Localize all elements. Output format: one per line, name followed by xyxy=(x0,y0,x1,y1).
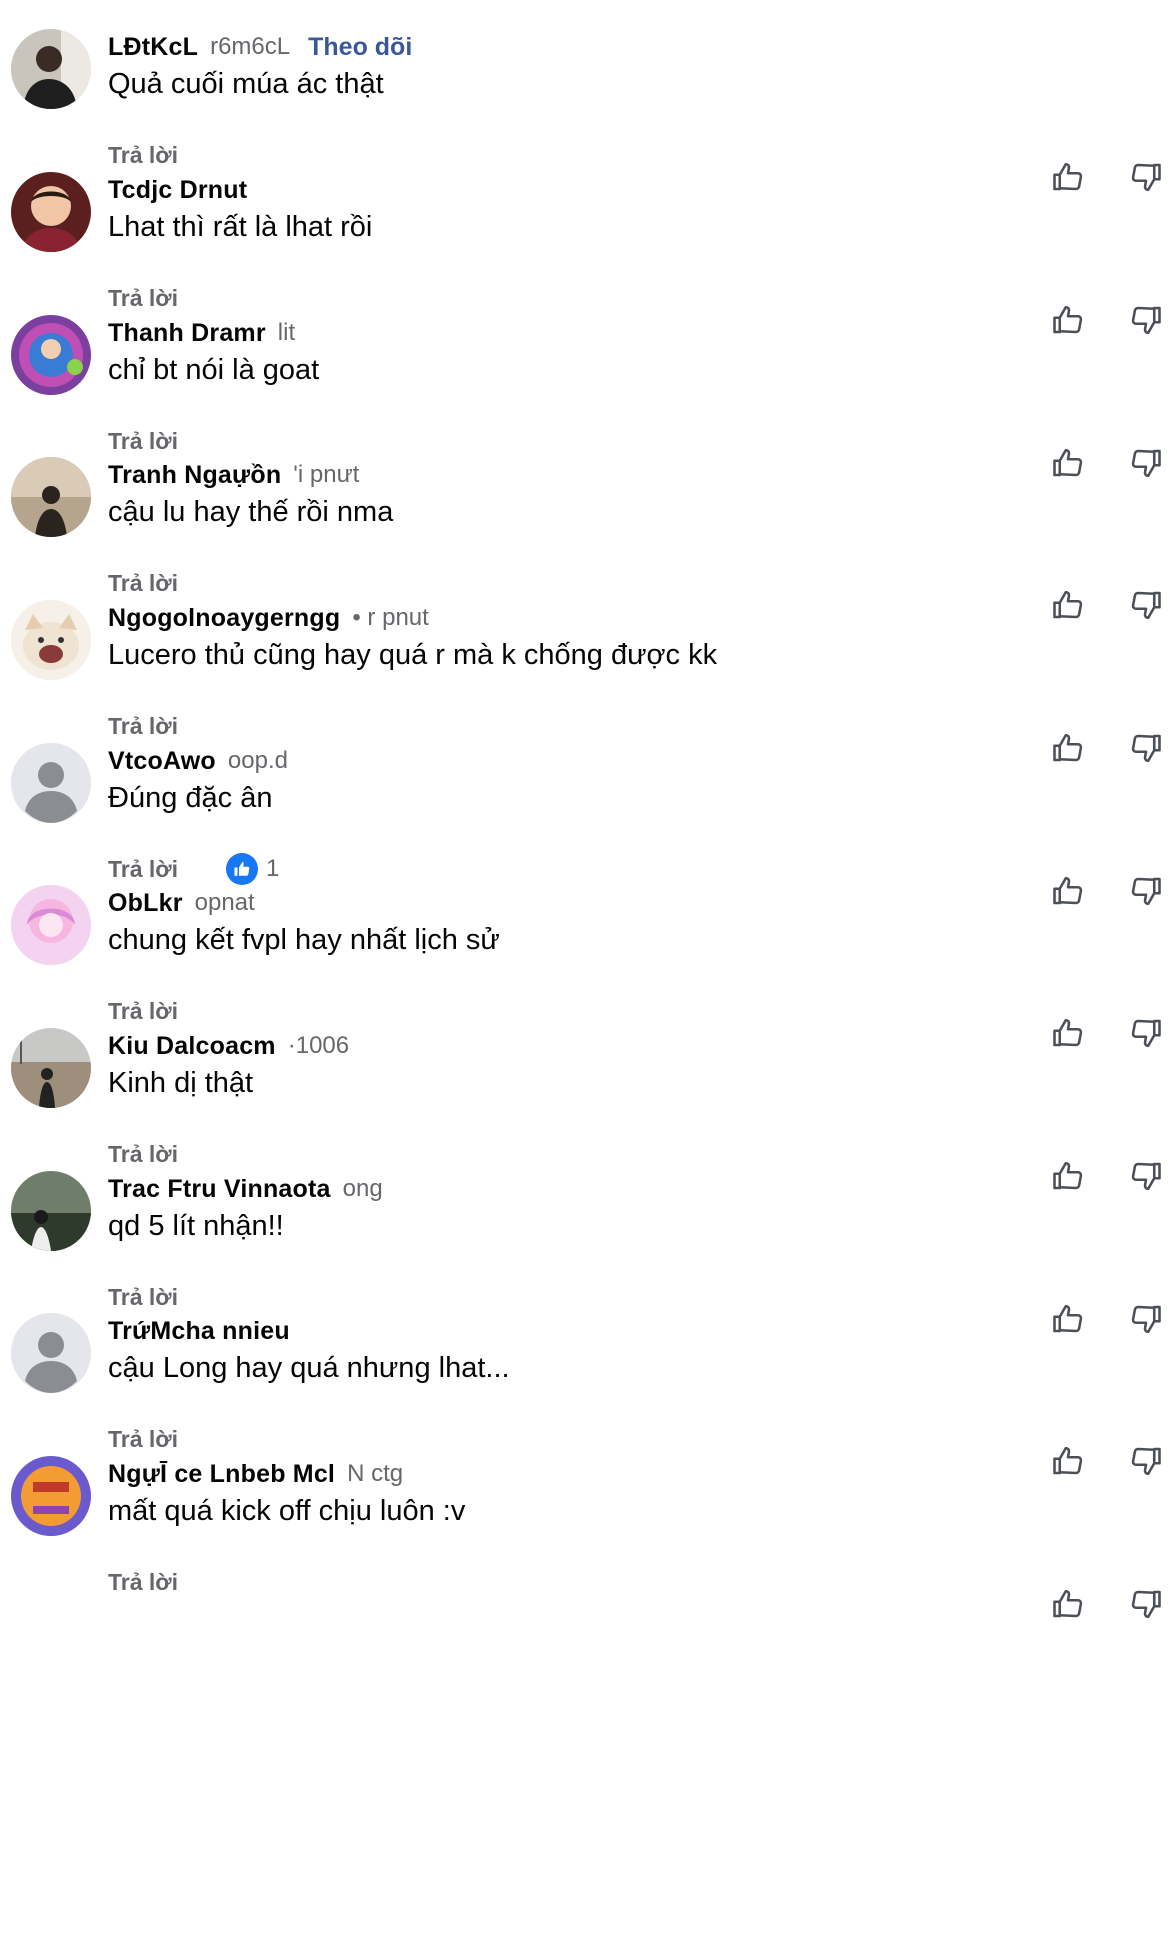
comment-text: Quả cuối múa ác thật xyxy=(108,68,384,100)
timestamp: ong xyxy=(342,1175,383,1202)
comment-header: NgựĪ ce Lnbeb Mcl N ctg xyxy=(108,1456,403,1492)
author-name[interactable]: Trac Ftru Vinnaota xyxy=(108,1175,331,1204)
like-button[interactable] xyxy=(1050,1586,1086,1622)
timestamp: oop.d xyxy=(227,747,288,774)
reply-button[interactable]: Trả lời xyxy=(108,285,178,312)
follow-button[interactable]: Theo dõi xyxy=(308,33,412,62)
avatar[interactable] xyxy=(11,1028,91,1108)
reply-button[interactable]: Trả lời xyxy=(108,1569,178,1596)
avatar[interactable] xyxy=(11,600,91,680)
avatar[interactable] xyxy=(11,1313,91,1393)
timestamp: r6m6cL xyxy=(210,33,291,60)
comment-header: VtcoAwo oop.d xyxy=(108,743,288,779)
comment-header: Trac Ftru Vinnaota ong xyxy=(108,1171,383,1207)
avatar[interactable] xyxy=(11,1456,91,1536)
author-name[interactable]: Tcdjc Drnut xyxy=(108,176,247,205)
comment-text: mất quá kick off chịu luôn :v xyxy=(108,1495,466,1527)
comment-header: Thanh Dramr lit xyxy=(108,315,295,351)
author-name[interactable]: Ngogolnoaygerngg xyxy=(108,604,340,633)
comment-text: Kinh dị thật xyxy=(108,1067,254,1099)
comment-header: Ngogolnoaygerngg • r pnut xyxy=(108,600,429,636)
comment-text: chung kết fvpl hay nhất lịch sử xyxy=(108,924,500,956)
reply-button[interactable]: Trả lời xyxy=(108,428,178,455)
avatar[interactable] xyxy=(11,743,91,823)
comment-header: Kiu Dalcoacm ·1006 xyxy=(108,1028,349,1064)
comment-text: qd 5 lít nhận!! xyxy=(108,1210,284,1242)
timestamp: N ctg xyxy=(347,1460,404,1487)
author-name[interactable]: ObLkr xyxy=(108,889,183,918)
timestamp: lit xyxy=(277,319,296,346)
dislike-button[interactable] xyxy=(1128,1586,1164,1622)
timestamp: • r pnut xyxy=(352,604,429,631)
comment-header: TrứMcha nnieu xyxy=(108,1313,290,1349)
comment-text: Đúng đặc ân xyxy=(108,782,273,814)
avatar[interactable] xyxy=(11,1171,91,1251)
author-name[interactable]: VtcoAwo xyxy=(108,747,216,776)
like-reaction-icon xyxy=(226,853,259,885)
avatar[interactable] xyxy=(11,172,91,252)
comment-text: Lucero thủ cũng hay quá r mà k chống đượ… xyxy=(108,639,718,671)
comment-actions: Trả lời xyxy=(108,561,178,605)
comment-text: cậu lu hay thế rồi nma xyxy=(108,496,394,528)
comment-actions: Trả lời xyxy=(108,989,178,1033)
comment-header: Tcdjc Drnut xyxy=(108,172,247,208)
comment-text: Lhat thì rất là lhat rồi xyxy=(108,211,373,243)
timestamp: 'i pnưt xyxy=(293,461,360,488)
author-name[interactable]: Kiu Dalcoacm xyxy=(108,1032,276,1061)
reply-button[interactable]: Trả lời xyxy=(108,1426,178,1453)
timestamp: ·1006 xyxy=(287,1032,350,1059)
avatar[interactable] xyxy=(11,885,91,965)
reply-button[interactable]: Trả lời xyxy=(108,998,178,1025)
avatar[interactable] xyxy=(11,457,91,537)
comment-actions: Trả lời xyxy=(108,1417,178,1461)
author-name[interactable]: LĐtKcL xyxy=(108,33,198,62)
comment-actions: Trả lời xyxy=(108,1560,178,1604)
comment-actions: Trả lời xyxy=(108,276,178,320)
comment-text: chỉ bt nói là goat xyxy=(108,354,320,386)
author-name[interactable]: NgựĪ ce Lnbeb Mcl xyxy=(108,1460,335,1489)
author-name[interactable]: Tranh Ngaựồn xyxy=(108,461,281,490)
author-name[interactable]: TrứMcha nnieu xyxy=(108,1317,290,1346)
comment-header: LĐtKcL r6m6cL Theo dõi xyxy=(108,29,412,65)
comment-actions: Trả lời xyxy=(108,704,178,748)
timestamp: opnat xyxy=(194,889,255,916)
reply-button[interactable]: Trả lời xyxy=(108,142,178,169)
reply-button[interactable]: Trả lời xyxy=(108,856,178,883)
thumbs-down-icon xyxy=(1131,1590,1161,1619)
thumbs-up-icon xyxy=(1053,1589,1083,1618)
reply-button[interactable]: Trả lời xyxy=(108,570,178,597)
comment-item: NgựĪ ce Lnbeb Mcl N ctg mất quá kick off… xyxy=(0,1456,1175,1634)
reply-button[interactable]: Trả lời xyxy=(108,1284,178,1311)
comment-header: Tranh Ngaựồn 'i pnưt xyxy=(108,457,359,493)
reply-button[interactable]: Trả lời xyxy=(108,713,178,740)
reaction-count: 1 xyxy=(266,855,280,882)
avatar[interactable] xyxy=(11,29,91,109)
comment-actions: Trả lời xyxy=(108,1132,178,1176)
comment-header: ObLkr opnat xyxy=(108,885,255,921)
avatar[interactable] xyxy=(11,315,91,395)
comment-text: cậu Long hay quá nhưng lhat... xyxy=(108,1352,510,1384)
comment-actions: Trả lời xyxy=(108,133,178,177)
reply-button[interactable]: Trả lời xyxy=(108,1141,178,1168)
reaction-summary[interactable]: 1 xyxy=(226,853,279,885)
author-name[interactable]: Thanh Dramr xyxy=(108,319,266,348)
